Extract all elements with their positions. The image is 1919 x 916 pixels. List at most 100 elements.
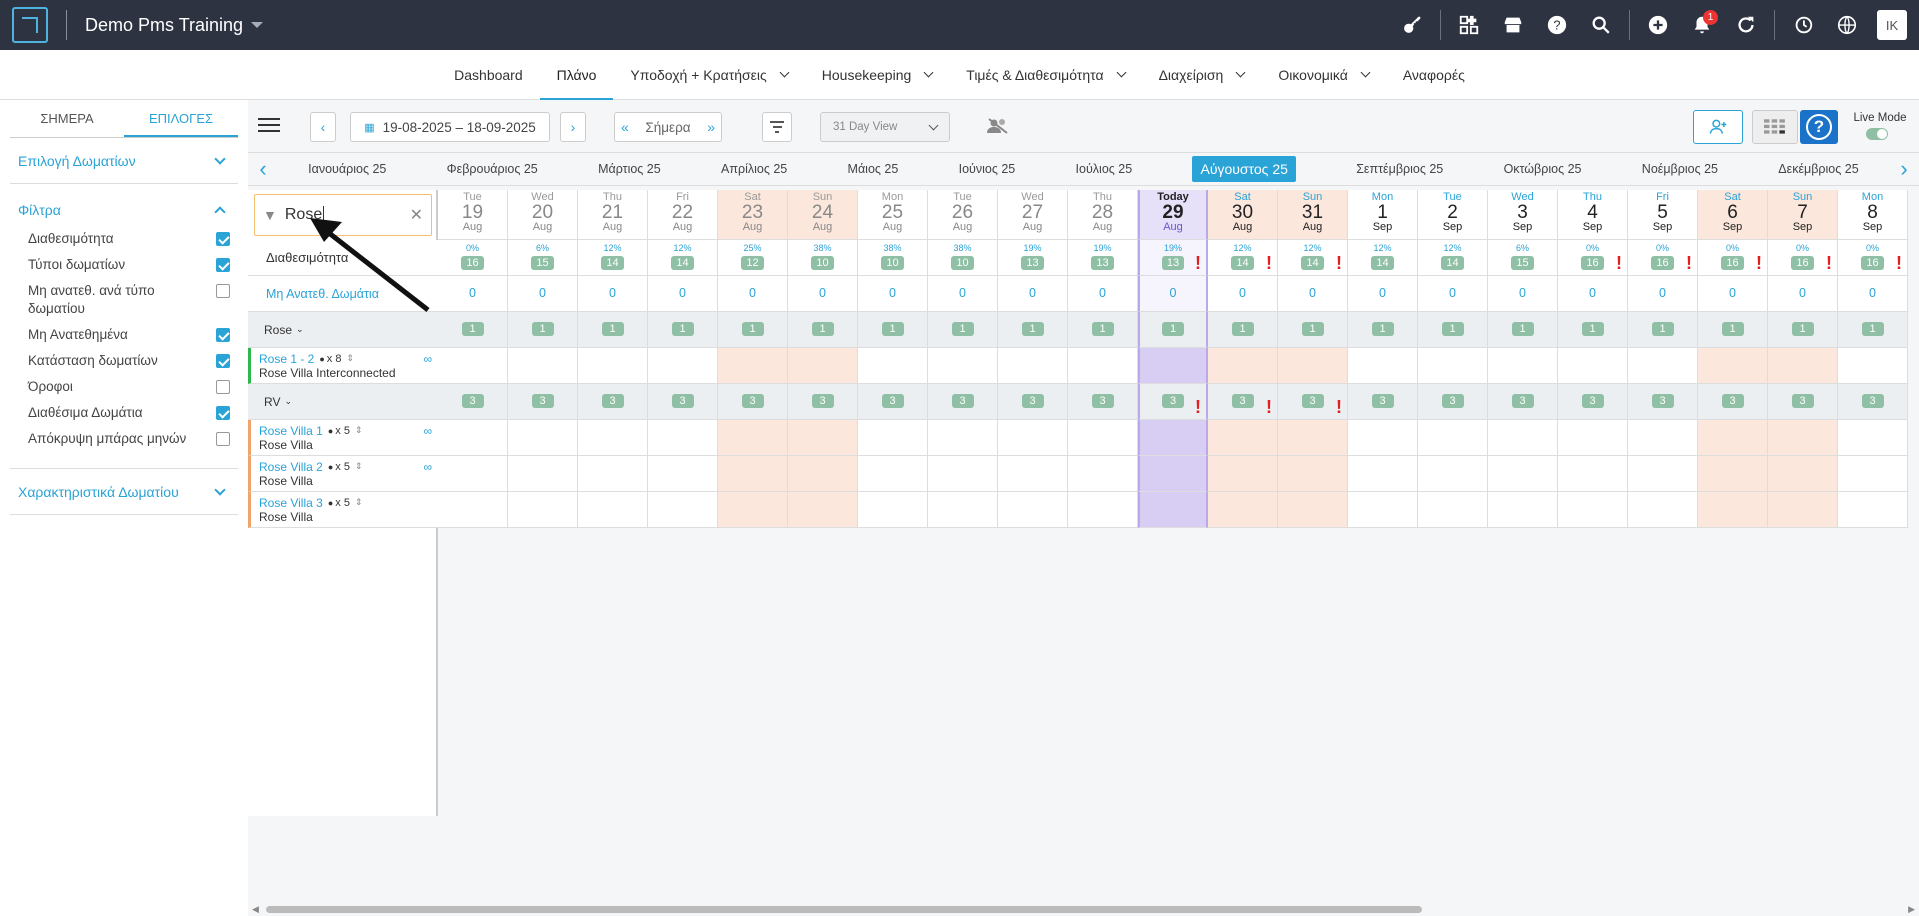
- grid-cell[interactable]: [1418, 492, 1488, 528]
- grid-cell[interactable]: [1838, 420, 1908, 456]
- grid-cell[interactable]: [1558, 420, 1628, 456]
- grid-cell[interactable]: [1768, 492, 1838, 528]
- grid-cell[interactable]: [1488, 456, 1558, 492]
- grid-cell[interactable]: [1558, 492, 1628, 528]
- nav-item-0[interactable]: Dashboard: [437, 50, 540, 100]
- grid-cell[interactable]: [508, 456, 578, 492]
- filter-checkbox[interactable]: [216, 380, 230, 394]
- filter-checkbox[interactable]: [216, 354, 230, 368]
- grid-cell[interactable]: [788, 420, 858, 456]
- grid-cell[interactable]: [1348, 348, 1418, 384]
- grid-cell[interactable]: [788, 492, 858, 528]
- grid-cell[interactable]: [998, 492, 1068, 528]
- nav-item-5[interactable]: Διαχείριση: [1142, 50, 1262, 100]
- link-icon[interactable]: ∞: [423, 424, 432, 438]
- day-header[interactable]: Sat 6 Sep: [1698, 190, 1768, 240]
- month-6[interactable]: Ιούλιος 25: [1076, 162, 1133, 176]
- filter-checkbox[interactable]: [216, 328, 230, 342]
- day-header[interactable]: Mon 25 Aug: [858, 190, 928, 240]
- filter-row[interactable]: Τύποι δωματίων: [28, 252, 230, 278]
- grid-cell[interactable]: [438, 420, 508, 456]
- grid-cell[interactable]: [1558, 456, 1628, 492]
- room-name[interactable]: Rose Villa 1: [259, 424, 323, 438]
- day-header[interactable]: Fri 5 Sep: [1628, 190, 1698, 240]
- day-header[interactable]: Tue 26 Aug: [928, 190, 998, 240]
- prev-period-button[interactable]: ‹: [310, 112, 336, 142]
- date-range-picker[interactable]: ▦ 19-08-2025 – 18-09-2025: [350, 112, 550, 142]
- grid-cell[interactable]: [1488, 492, 1558, 528]
- day-header[interactable]: Mon 1 Sep: [1348, 190, 1418, 240]
- grid-cell[interactable]: [578, 420, 648, 456]
- grid-cell[interactable]: [858, 420, 928, 456]
- day-header[interactable]: Thu 28 Aug: [1068, 190, 1138, 240]
- grid-cell[interactable]: [1208, 420, 1278, 456]
- grid-cell[interactable]: [1348, 420, 1418, 456]
- day-header[interactable]: Fri 22 Aug: [648, 190, 718, 240]
- day-header[interactable]: Sun 24 Aug: [788, 190, 858, 240]
- grid-cell[interactable]: [1208, 456, 1278, 492]
- grid-cell[interactable]: [998, 420, 1068, 456]
- avatar[interactable]: IK: [1877, 10, 1907, 40]
- grid-cell[interactable]: [648, 492, 718, 528]
- nav-item-2[interactable]: Υποδοχή + Κρατήσεις: [613, 50, 804, 100]
- grid-cell[interactable]: [578, 456, 648, 492]
- room-name[interactable]: Rose Villa 2: [259, 460, 323, 474]
- filter-row[interactable]: Διαθεσιμότητα: [28, 226, 230, 252]
- jump-forward-icon[interactable]: »: [707, 119, 715, 135]
- grid-cell[interactable]: [928, 348, 998, 384]
- filter-row[interactable]: Απόκρυψη μπάρας μηνών: [28, 426, 230, 452]
- grid-cell[interactable]: [858, 456, 928, 492]
- grid-view-button[interactable]: [1752, 110, 1798, 144]
- grid-cell[interactable]: [1838, 492, 1908, 528]
- store-icon[interactable]: [1491, 0, 1535, 50]
- filter-row[interactable]: Διαθέσιμα Δωμάτια: [28, 400, 230, 426]
- scroll-right-icon[interactable]: ▶: [1908, 904, 1915, 915]
- jump-back-icon[interactable]: «: [621, 119, 629, 135]
- grid-cell[interactable]: [508, 420, 578, 456]
- grid-cell[interactable]: [1278, 492, 1348, 528]
- grid-cell[interactable]: [928, 492, 998, 528]
- next-month-icon[interactable]: ›: [1889, 154, 1919, 184]
- nav-item-7[interactable]: Αναφορές: [1386, 50, 1482, 100]
- grid-cell[interactable]: [1698, 492, 1768, 528]
- grid-cell[interactable]: [1488, 348, 1558, 384]
- grid-cell[interactable]: [438, 492, 508, 528]
- grid-cell[interactable]: [1768, 456, 1838, 492]
- grid-cell[interactable]: [1628, 420, 1698, 456]
- day-header[interactable]: Wed 20 Aug: [508, 190, 578, 240]
- day-header[interactable]: Today 29 Aug: [1138, 190, 1208, 240]
- room-name[interactable]: Rose 1 - 2: [259, 352, 314, 366]
- day-header[interactable]: Sat 30 Aug: [1208, 190, 1278, 240]
- menu-icon[interactable]: [258, 118, 280, 132]
- grid-cell[interactable]: [718, 456, 788, 492]
- horizontal-scrollbar[interactable]: ◀ ▶: [248, 902, 1919, 916]
- grid-cell[interactable]: [1418, 348, 1488, 384]
- search-icon[interactable]: [1579, 0, 1623, 50]
- grid-cell[interactable]: [1628, 456, 1698, 492]
- bell-icon[interactable]: 1: [1680, 0, 1724, 50]
- month-9[interactable]: Οκτώβριος 25: [1504, 162, 1582, 176]
- help-button[interactable]: ?: [1800, 110, 1838, 144]
- day-header[interactable]: Sun 7 Sep: [1768, 190, 1838, 240]
- globe-icon[interactable]: [1825, 0, 1869, 50]
- link-icon[interactable]: ∞: [423, 352, 432, 366]
- grid-cell[interactable]: [858, 348, 928, 384]
- grid-cell[interactable]: [1558, 348, 1628, 384]
- grid-cell[interactable]: [578, 348, 648, 384]
- hide-guests-icon[interactable]: [986, 118, 1010, 134]
- nav-item-4[interactable]: Τιμές & Διαθεσιμότητα: [949, 50, 1141, 100]
- filter-checkbox[interactable]: [216, 406, 230, 420]
- grid-cell[interactable]: [648, 348, 718, 384]
- grid-cell[interactable]: [1138, 348, 1208, 384]
- grid-cell[interactable]: [718, 348, 788, 384]
- grid-cell[interactable]: [1418, 420, 1488, 456]
- grid-cell[interactable]: [1348, 492, 1418, 528]
- nav-item-3[interactable]: Housekeeping: [805, 50, 950, 100]
- day-header[interactable]: Thu 21 Aug: [578, 190, 648, 240]
- month-3[interactable]: Απρίλιος 25: [721, 162, 787, 176]
- month-2[interactable]: Μάρτιος 25: [598, 162, 661, 176]
- grid-cell[interactable]: [1278, 420, 1348, 456]
- tab-options[interactable]: ΕΠΙΛΟΓΕΣ: [124, 100, 238, 137]
- apps-icon[interactable]: [1447, 0, 1491, 50]
- grid-cell[interactable]: [508, 492, 578, 528]
